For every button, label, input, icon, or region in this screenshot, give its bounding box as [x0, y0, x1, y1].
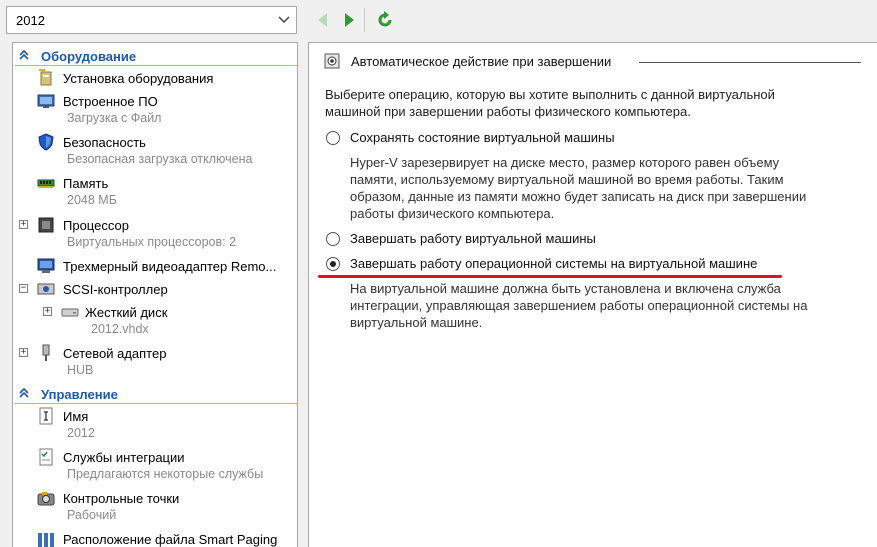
sidebar-item-security[interactable]: Безопасность [63, 133, 146, 151]
toolbar: 2012 [0, 0, 877, 42]
sidebar-item-name[interactable]: Имя [63, 407, 88, 425]
sidebar-item-add-hardware[interactable]: Установка оборудования [63, 69, 213, 87]
save-state-desc-4: работы физического компьютера. [350, 206, 555, 221]
sidebar-item-scsi-controller[interactable]: SCSI-контроллер [63, 280, 168, 298]
sidebar-item-sub: Безопасная загрузка отключена [67, 152, 253, 166]
checkpoints-icon [37, 489, 55, 507]
management-header-label: Управление [41, 386, 118, 402]
sidebar-item-memory[interactable]: Память [63, 174, 108, 192]
sidebar-item-label: Сетевой адаптер [63, 345, 167, 361]
auto-stop-action-icon [323, 52, 341, 70]
shut-down-os-label[interactable]: Завершать работу операционной системы на… [350, 255, 757, 272]
hardware-section-header[interactable]: Оборудование [13, 46, 297, 66]
sidebar-item-label: Имя [63, 408, 89, 424]
hardware-header-label: Оборудование [41, 48, 137, 64]
smart-paging-icon [37, 530, 55, 547]
sidebar-item-sub: Виртуальных процессоров: 2 [67, 235, 237, 249]
processor-icon [37, 216, 55, 234]
save-state-desc-1: Hyper-V зарезервирует на диске место, ра… [350, 155, 780, 170]
shut-down-os-desc-3: виртуальной машине. [350, 315, 483, 330]
sidebar-item-sub: Загрузка с Файл [67, 111, 162, 125]
save-state-desc-3: образом, данные из памяти можно будет за… [350, 189, 807, 204]
expand-icon[interactable]: + [43, 307, 52, 316]
name-icon [37, 407, 55, 425]
add-hardware-icon [37, 69, 55, 87]
management-section-header[interactable]: Управление [13, 384, 297, 404]
sidebar-item-label: Память [63, 175, 109, 191]
shut-down-os-desc-1: На виртуальной машине должна быть устано… [350, 281, 781, 296]
sidebar-item-label: Службы интеграции [63, 449, 185, 465]
network-adapter-icon [37, 344, 55, 362]
sidebar-item-label: Жесткий диск [85, 304, 168, 320]
sidebar-item-sub: 2048 МБ [67, 193, 117, 207]
collapse-icon[interactable] [17, 387, 31, 401]
sidebar-item-sub: HUB [67, 363, 94, 377]
back-arrow-icon[interactable] [313, 10, 331, 30]
section-divider [15, 403, 297, 404]
sidebar-item-network-adapter[interactable]: Сетевой адаптер [63, 344, 166, 362]
shield-icon [37, 133, 55, 151]
section-title-rule [639, 62, 861, 63]
scsi-controller-icon [37, 280, 55, 298]
settings-tree: Оборудование Установка оборудования Встр… [12, 42, 298, 547]
intro-line-1: Выберите операцию, которую вы хотите вып… [325, 87, 775, 102]
chevron-down-icon[interactable] [272, 7, 296, 33]
expand-icon[interactable]: + [19, 348, 28, 357]
sidebar-item-smart-paging[interactable]: Расположение файла Smart Paging [63, 530, 277, 547]
sidebar-item-label: Процессор [63, 217, 129, 233]
forward-arrow-icon[interactable] [341, 10, 359, 30]
vm-select[interactable]: 2012 [6, 6, 297, 34]
sidebar-item-label: Безопасность [63, 134, 146, 150]
collapse-icon[interactable] [17, 49, 31, 63]
integration-services-icon [37, 448, 55, 466]
sidebar-item-label: Встроенное ПО [63, 93, 158, 109]
sidebar-item-label: Расположение файла Smart Paging [63, 531, 278, 547]
sidebar-item-sub: Предлагаются некоторые службы [67, 467, 264, 481]
sidebar-item-label: Трехмерный видеоадаптер Remo... [63, 258, 277, 274]
memory-icon [37, 174, 55, 192]
refresh-icon[interactable] [375, 10, 395, 30]
toolbar-divider [364, 8, 365, 32]
sidebar-item-label: SCSI-контроллер [63, 281, 168, 297]
settings-detail-panel: Автоматическое действие при завершении В… [308, 42, 877, 547]
sidebar-item-sub: 2012 [67, 426, 95, 440]
collapse-tree-icon[interactable]: − [19, 284, 28, 293]
turn-off-radio[interactable] [326, 232, 340, 246]
hard-disk-icon [61, 303, 79, 321]
sidebar-item-hard-disk[interactable]: Жесткий диск [85, 303, 167, 321]
shut-down-os-radio[interactable] [326, 257, 340, 271]
turn-off-label[interactable]: Завершать работу виртуальной машины [350, 230, 596, 247]
save-state-desc-2: памяти, используемому виртуальной машино… [350, 172, 784, 187]
vm-select-value: 2012 [16, 12, 45, 28]
sidebar-item-label: Установка оборудования [63, 70, 214, 86]
sidebar-item-checkpoints[interactable]: Контрольные точки [63, 489, 179, 507]
sidebar-item-sub: 2012.vhdx [91, 322, 149, 336]
highlight-underline [318, 275, 782, 278]
sidebar-item-sub: Рабочий [67, 508, 117, 522]
sidebar-item-integration-services[interactable]: Службы интеграции [63, 448, 185, 466]
section-divider [15, 65, 297, 66]
sidebar-item-processor[interactable]: Процессор [63, 216, 129, 234]
section-title: Автоматическое действие при завершении [351, 54, 612, 69]
save-state-label[interactable]: Сохранять состояние виртуальной машины [350, 129, 615, 146]
display-adapter-icon [37, 257, 55, 275]
intro-line-2: машиной при завершении работы физическог… [325, 104, 691, 119]
firmware-icon [37, 92, 55, 110]
save-state-radio[interactable] [326, 131, 340, 145]
sidebar-item-display-adapter[interactable]: Трехмерный видеоадаптер Remo... [63, 257, 276, 275]
sidebar-item-firmware[interactable]: Встроенное ПО [63, 92, 158, 110]
shut-down-os-desc-2: интеграции, управляющая завершением рабо… [350, 298, 808, 313]
sidebar-item-label: Контрольные точки [63, 490, 180, 506]
expand-icon[interactable]: + [19, 220, 28, 229]
